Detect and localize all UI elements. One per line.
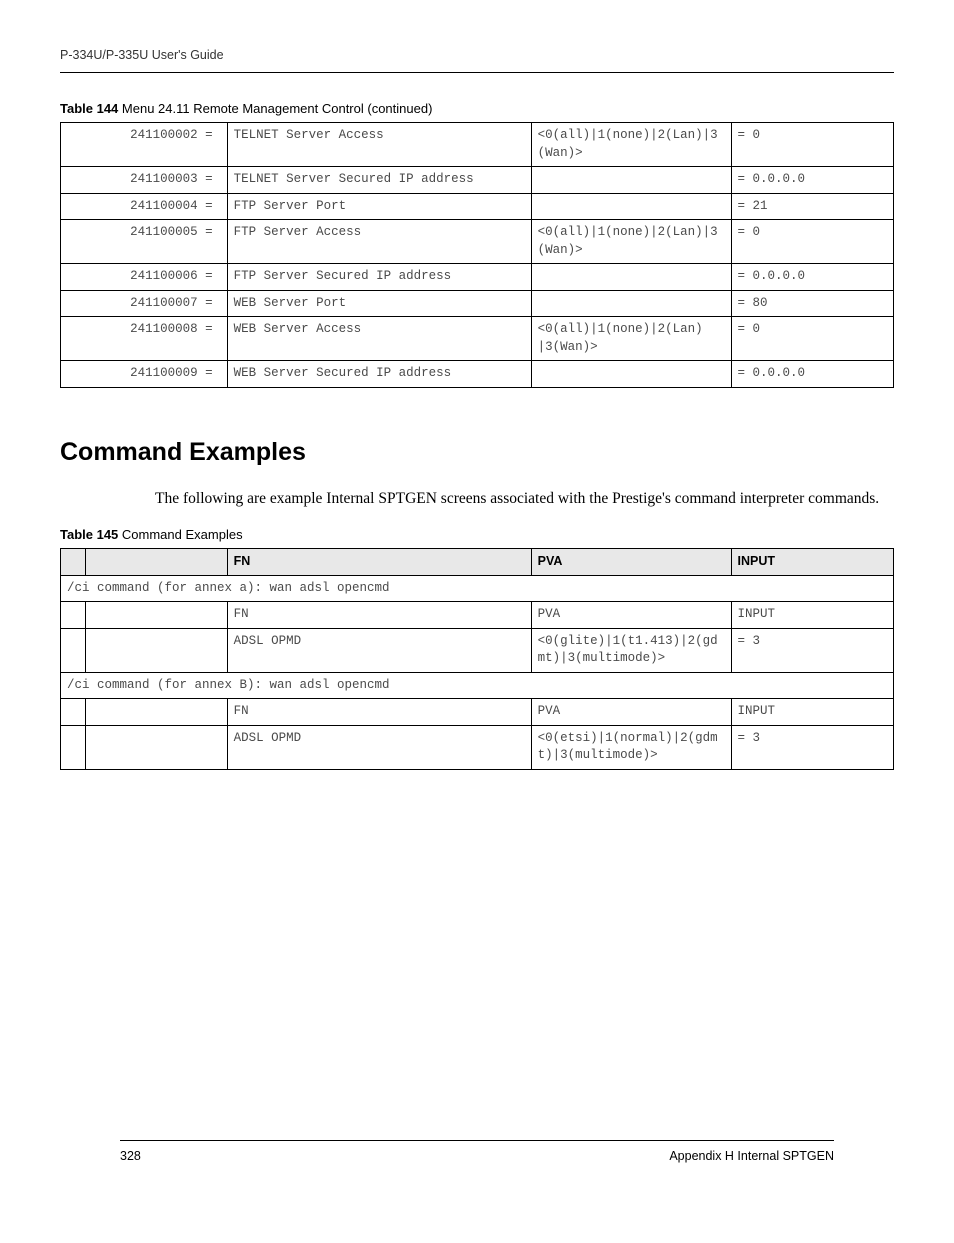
cell-input: = 0.0.0.0 <box>731 264 893 291</box>
cell-input: = 3 <box>731 628 893 672</box>
cell-pva <box>531 361 731 388</box>
table-row: 241100003 = TELNET Server Secured IP add… <box>61 167 894 194</box>
cell-blank <box>85 725 227 769</box>
cell-input: = 80 <box>731 290 893 317</box>
cell-id: 241100002 = <box>61 123 228 167</box>
header-pva: PVA <box>531 549 731 576</box>
table-row: 241100007 = WEB Server Port = 80 <box>61 290 894 317</box>
cell-pva <box>531 290 731 317</box>
cell-desc: WEB Server Access <box>227 317 531 361</box>
cell-blank <box>61 699 86 726</box>
cell-input: = 0.0.0.0 <box>731 167 893 194</box>
table-row: 241100005 = FTP Server Access <0(all)|1(… <box>61 220 894 264</box>
cell-input: = 0 <box>731 123 893 167</box>
table-row: FN PVA INPUT <box>61 699 894 726</box>
table-row: 241100009 = WEB Server Secured IP addres… <box>61 361 894 388</box>
cell-fn: ADSL OPMD <box>227 725 531 769</box>
cell-id: 241100004 = <box>61 193 228 220</box>
cell-id: 241100007 = <box>61 290 228 317</box>
table145-caption-rest: Command Examples <box>118 527 242 542</box>
table-row: /ci command (for annex a): wan adsl open… <box>61 575 894 602</box>
cell-pva <box>531 193 731 220</box>
cell-input: = 21 <box>731 193 893 220</box>
cell-pva: <0(all)|1(none)|2(Lan) |3(Wan)> <box>531 317 731 361</box>
span-annex-a: /ci command (for annex a): wan adsl open… <box>61 575 894 602</box>
cell-blank <box>61 725 86 769</box>
cell-blank <box>85 628 227 672</box>
cell-pva: <0(etsi)|1(normal)|2(gdmt)|3(multimode)> <box>531 725 731 769</box>
span-annex-b: /ci command (for annex B): wan adsl open… <box>61 672 894 699</box>
footer: 328 Appendix H Internal SPTGEN <box>120 1140 834 1163</box>
cell-fn: ADSL OPMD <box>227 628 531 672</box>
body-paragraph: The following are example Internal SPTGE… <box>155 489 894 510</box>
table144-caption: Table 144 Menu 24.11 Remote Management C… <box>60 101 894 116</box>
header-input: INPUT <box>731 549 893 576</box>
cell-input: = 3 <box>731 725 893 769</box>
cell-pva: <0(all)|1(none)|2(Lan)|3(Wan)> <box>531 123 731 167</box>
cell-desc: FTP Server Port <box>227 193 531 220</box>
table145-caption: Table 145 Command Examples <box>60 527 894 542</box>
cell-input: = 0 <box>731 317 893 361</box>
table145-caption-bold: Table 145 <box>60 527 118 542</box>
footer-page-number: 328 <box>120 1149 141 1163</box>
table144-caption-bold: Table 144 <box>60 101 118 116</box>
cell-input: = 0 <box>731 220 893 264</box>
cell-id: 241100009 = <box>61 361 228 388</box>
cell-id: 241100008 = <box>61 317 228 361</box>
table-row: /ci command (for annex B): wan adsl open… <box>61 672 894 699</box>
cell-fn: FN <box>227 699 531 726</box>
cell-blank <box>85 602 227 629</box>
table-row: 241100008 = WEB Server Access <0(all)|1(… <box>61 317 894 361</box>
footer-label: Appendix H Internal SPTGEN <box>669 1149 834 1163</box>
cell-desc: FTP Server Secured IP address <box>227 264 531 291</box>
cell-pva <box>531 167 731 194</box>
table-row: 241100006 = FTP Server Secured IP addres… <box>61 264 894 291</box>
table-row: ADSL OPMD <0(glite)|1(t1.413)|2(gdmt)|3(… <box>61 628 894 672</box>
cell-blank <box>61 602 86 629</box>
cell-desc: TELNET Server Secured IP address <box>227 167 531 194</box>
cell-input: = 0.0.0.0 <box>731 361 893 388</box>
cell-pva <box>531 264 731 291</box>
doc-header: P-334U/P-335U User's Guide <box>60 48 894 73</box>
table-header-row: FN PVA INPUT <box>61 549 894 576</box>
header-blank-b <box>85 549 227 576</box>
table-row: ADSL OPMD <0(etsi)|1(normal)|2(gdmt)|3(m… <box>61 725 894 769</box>
header-blank-a <box>61 549 86 576</box>
cell-id: 241100006 = <box>61 264 228 291</box>
table144-caption-rest: Menu 24.11 Remote Management Control (co… <box>118 101 432 116</box>
cell-pva: PVA <box>531 602 731 629</box>
table-144: 241100002 = TELNET Server Access <0(all)… <box>60 122 894 388</box>
cell-id: 241100003 = <box>61 167 228 194</box>
table-145: FN PVA INPUT /ci command (for annex a): … <box>60 548 894 770</box>
cell-desc: WEB Server Secured IP address <box>227 361 531 388</box>
cell-desc: TELNET Server Access <box>227 123 531 167</box>
cell-desc: FTP Server Access <box>227 220 531 264</box>
cell-pva: PVA <box>531 699 731 726</box>
cell-desc: WEB Server Port <box>227 290 531 317</box>
table-row: FN PVA INPUT <box>61 602 894 629</box>
header-fn: FN <box>227 549 531 576</box>
table-row: 241100002 = TELNET Server Access <0(all)… <box>61 123 894 167</box>
cell-input: INPUT <box>731 602 893 629</box>
cell-blank <box>61 628 86 672</box>
cell-pva: <0(all)|1(none)|2(Lan)|3(Wan)> <box>531 220 731 264</box>
section-heading: Command Examples <box>60 438 894 467</box>
cell-input: INPUT <box>731 699 893 726</box>
cell-blank <box>85 699 227 726</box>
cell-fn: FN <box>227 602 531 629</box>
table-row: 241100004 = FTP Server Port = 21 <box>61 193 894 220</box>
cell-pva: <0(glite)|1(t1.413)|2(gdmt)|3(multimode)… <box>531 628 731 672</box>
cell-id: 241100005 = <box>61 220 228 264</box>
